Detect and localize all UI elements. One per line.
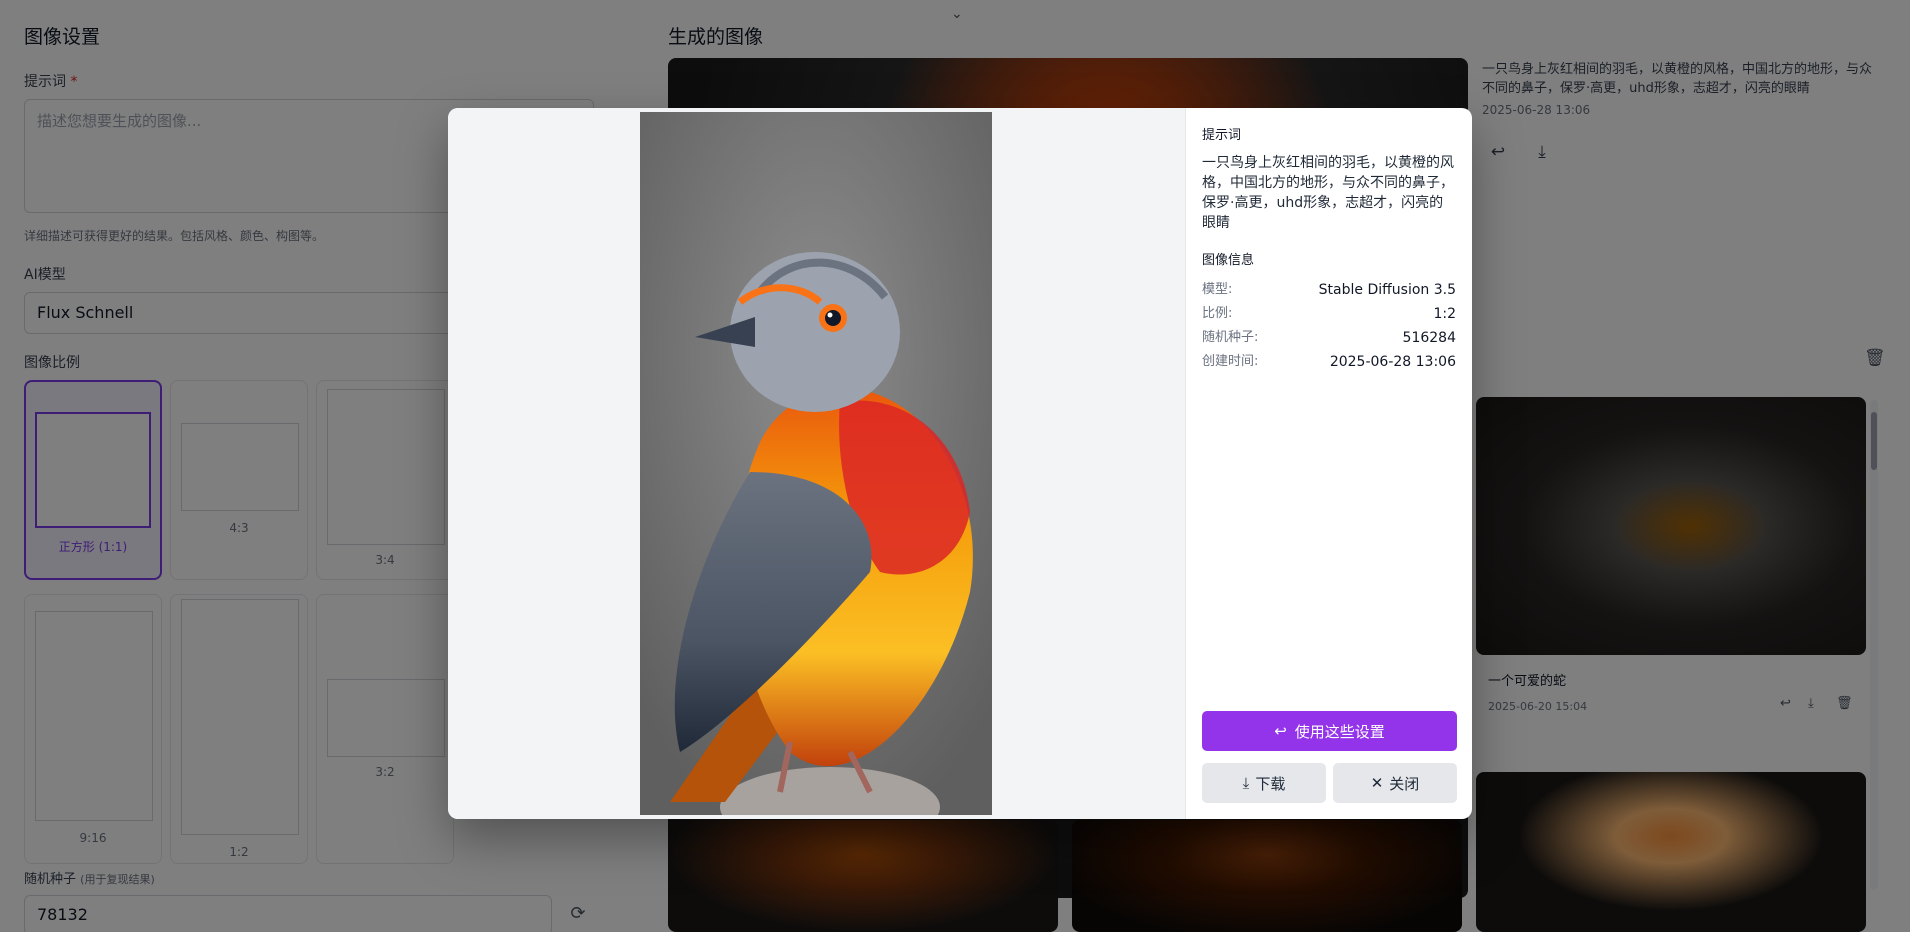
info-key: 模型: [1202,282,1233,297]
info-row-ratio: 比例: 1:2 [1202,302,1456,326]
info-value: 1:2 [1433,306,1456,322]
info-key: 随机种子: [1202,330,1259,345]
close-label: 关闭 [1389,774,1420,793]
use-settings-label: 使用这些设置 [1294,722,1385,741]
close-button[interactable]: ✕ 关闭 [1333,763,1457,803]
prompt-heading: 提示词 [1202,128,1242,143]
info-value: 516284 [1402,330,1456,346]
info-row-model: 模型: Stable Diffusion 3.5 [1202,278,1456,302]
info-value: 2025-06-28 13:06 [1329,354,1456,370]
bird-illustration [640,112,992,815]
info-key: 比例: [1202,306,1233,321]
modal-info-panel: 提示词 一只鸟身上灰红相间的羽毛，以黄橙的风格，中国北方的地形，与众不同的鼻子，… [1185,108,1472,819]
image-detail-modal: 提示词 一只鸟身上灰红相间的羽毛，以黄橙的风格，中国北方的地形，与众不同的鼻子，… [448,108,1472,819]
modal-image-area [448,108,1185,819]
info-row-seed: 随机种子: 516284 [1202,326,1456,350]
download-icon: ⤓ [1242,774,1250,792]
reuse-icon: ↩ [1274,722,1287,740]
download-label: 下载 [1255,774,1286,793]
prompt-text: 一只鸟身上灰红相间的羽毛，以黄橙的风格，中国北方的地形，与众不同的鼻子，保罗·高… [1202,155,1454,231]
use-settings-button[interactable]: ↩ 使用这些设置 [1202,711,1457,751]
info-key: 创建时间: [1202,354,1259,369]
info-row-created: 创建时间: 2025-06-28 13:06 [1202,350,1456,374]
bird-image [640,112,992,815]
close-icon: ✕ [1370,774,1384,792]
info-heading: 图像信息 [1202,253,1255,268]
download-button[interactable]: ⤓ 下载 [1202,763,1326,803]
info-value: Stable Diffusion 3.5 [1318,282,1456,298]
